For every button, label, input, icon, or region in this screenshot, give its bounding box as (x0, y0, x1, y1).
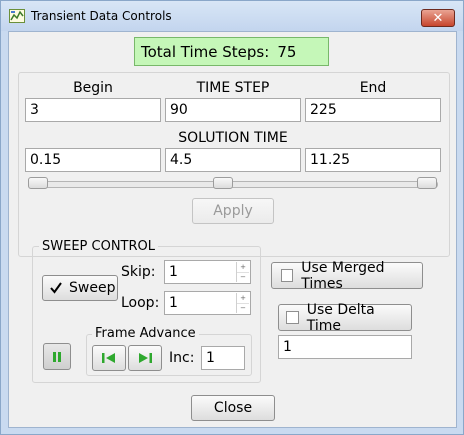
inc-label: Inc: (169, 350, 195, 366)
transient-data-controls-window: Transient Data Controls ✕ Total Time Ste… (0, 0, 464, 435)
frame-advance-legend: Frame Advance (92, 326, 199, 341)
time-step-label: TIME STEP (196, 80, 270, 96)
skip-decrement-icon[interactable]: − (237, 272, 249, 282)
loop-decrement-icon[interactable]: − (237, 303, 249, 313)
sweep-control-legend: SWEEP CONTROL (39, 239, 158, 254)
current-time-input[interactable]: 4.5 (165, 148, 301, 172)
total-time-steps-value: 75 (277, 42, 297, 61)
begin-label: Begin (73, 80, 113, 96)
loop-label: Loop: (121, 295, 160, 311)
slider-end-handle[interactable] (417, 177, 437, 189)
step-forward-icon (139, 353, 152, 363)
window-title: Transient Data Controls (31, 9, 172, 23)
loop-spinbox[interactable]: 1 + − (164, 291, 251, 315)
loop-spin-arrows: + − (236, 293, 249, 313)
end-time-input[interactable]: 11.25 (305, 148, 441, 172)
checkmark-icon (50, 282, 62, 294)
use-merged-times-button[interactable]: Use Merged Times (271, 259, 423, 292)
use-delta-time-button[interactable]: Use Delta Time (278, 301, 412, 334)
begin-time-input[interactable]: 0.15 (25, 148, 161, 172)
time-range-slider-track[interactable] (29, 181, 438, 188)
end-label: End (359, 80, 387, 96)
dialog-body: Total Time Steps: 75 Begin TIME STEP End… (8, 31, 457, 428)
solution-time-label: SOLUTION TIME (178, 130, 288, 146)
skip-value: 1 (169, 264, 178, 280)
use-delta-time-checkbox[interactable] (286, 311, 299, 324)
window-close-button[interactable]: ✕ (421, 9, 455, 27)
slider-current-handle[interactable] (213, 177, 233, 189)
app-grid-icon (9, 9, 25, 23)
total-time-steps-label: Total Time Steps: (141, 42, 270, 61)
end-step-input[interactable]: 225 (305, 98, 441, 122)
skip-spinbox[interactable]: 1 + − (164, 260, 251, 284)
loop-value: 1 (169, 295, 178, 311)
step-back-button[interactable] (92, 345, 126, 371)
step-forward-button[interactable] (128, 345, 162, 371)
use-delta-time-label: Use Delta Time (306, 301, 375, 334)
pause-button[interactable] (43, 343, 71, 370)
pause-icon (53, 351, 61, 362)
title-bar[interactable]: Transient Data Controls ✕ (1, 1, 463, 31)
skip-spin-arrows: + − (236, 262, 249, 282)
sweep-toggle-button[interactable]: Sweep (42, 275, 118, 301)
apply-button[interactable]: Apply (192, 198, 274, 224)
use-merged-times-label: Use Merged Times (301, 259, 385, 292)
step-back-icon (102, 353, 115, 363)
sweep-label: Sweep (69, 280, 116, 296)
inc-input[interactable]: 1 (201, 346, 245, 370)
begin-step-input[interactable]: 3 (25, 98, 161, 122)
use-merged-times-checkbox[interactable] (281, 269, 294, 282)
skip-label: Skip: (121, 264, 156, 280)
current-step-input[interactable]: 90 (165, 98, 301, 122)
delta-time-input[interactable]: 1 (278, 335, 412, 359)
slider-begin-handle[interactable] (28, 177, 48, 189)
close-button[interactable]: Close (191, 395, 275, 421)
total-time-steps-display: Total Time Steps: 75 (134, 37, 329, 66)
